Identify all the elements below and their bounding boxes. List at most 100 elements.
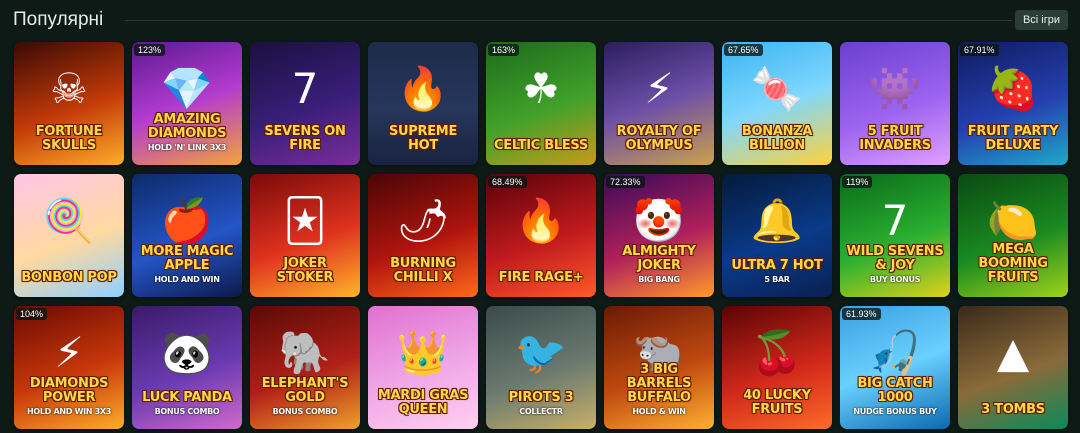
game-subtitle: CollectR xyxy=(519,407,563,416)
game-subtitle: HOLD 'N' LINK 3X3 xyxy=(147,143,227,152)
game-title-text: Luck Panda xyxy=(142,390,232,405)
game-tile[interactable]: 🍋 Mega Booming Fruits xyxy=(958,174,1068,297)
game-title: Ultra 7 Hot 5 BAR xyxy=(726,259,828,285)
strawberry-icon: 🍓 xyxy=(986,63,1040,113)
game-tile[interactable]: 🍓 Fruit Party Deluxe 67.91% xyxy=(958,42,1068,165)
game-title-text: 3 Big Barrels Buffalo xyxy=(626,362,692,405)
lightning-icon: ⚡ xyxy=(54,327,84,377)
header-divider xyxy=(125,20,1012,21)
game-title-text: 40 Lucky Fruits xyxy=(743,388,811,417)
game-subtitle: HOLD & WIN xyxy=(632,407,686,416)
game-title-text: More Magic Apple xyxy=(140,244,234,273)
game-tile[interactable]: 🤡 Almighty Joker BIG BANG 72.33% xyxy=(604,174,714,297)
game-title: Supreme Hot xyxy=(372,125,474,153)
game-tile[interactable]: 🎣 Big Catch 1000 NUDGE BONUS BUY 61.93% xyxy=(840,306,950,429)
fisherman-icon: 🎣 xyxy=(868,327,922,377)
game-tile[interactable]: 🍎 More Magic Apple HOLD AND WIN xyxy=(132,174,242,297)
game-title: Celtic Bless xyxy=(490,139,592,153)
game-title: Burning Chilli X xyxy=(372,257,474,285)
seven-icon: 7 xyxy=(881,195,909,245)
flame-icon: 🔥 xyxy=(396,63,450,113)
games-grid: ☠ Fortune Skulls 💎 Amazing Diamonds HOLD 'N'… xyxy=(14,42,1068,429)
zeus-icon: ⚡ xyxy=(644,63,674,113)
game-title-text: Wild Sevens & Joy xyxy=(846,244,944,273)
game-tile[interactable]: 🍒 40 Lucky Fruits xyxy=(722,306,832,429)
game-title: Pirots 3 CollectR xyxy=(490,391,592,417)
jester-icon: 🤡 xyxy=(632,195,686,245)
game-title: Bonanza Billion xyxy=(726,125,828,153)
rtp-badge: 123% xyxy=(134,44,166,56)
game-title: Almighty Joker BIG BANG xyxy=(608,245,710,285)
game-title-text: Elephant's Gold xyxy=(261,376,349,405)
game-title-text: Mardi Gras Queen xyxy=(377,388,469,417)
game-tile[interactable]: 🐼 Luck Panda BONUS COMBO xyxy=(132,306,242,429)
skull-icon: ☠ xyxy=(50,63,88,113)
game-title: 3 Big Barrels Buffalo HOLD & WIN xyxy=(608,363,710,417)
game-title: Big Catch 1000 NUDGE BONUS BUY xyxy=(844,377,946,417)
game-title: Mega Booming Fruits xyxy=(962,243,1064,285)
panda-icon: 🐼 xyxy=(160,327,214,377)
game-tile[interactable]: ⚡ Diamonds Power HOLD AND WIN 3X3 104% xyxy=(14,306,124,429)
game-subtitle: BONUS COMBO xyxy=(154,407,220,416)
game-tile[interactable]: 🔔 Ultra 7 Hot 5 BAR xyxy=(722,174,832,297)
game-title: 3 Tombs xyxy=(962,403,1064,417)
game-tile[interactable]: ☠ Fortune Skulls xyxy=(14,42,124,165)
game-tile[interactable]: ▲ 3 Tombs xyxy=(958,306,1068,429)
all-games-button[interactable]: Всі ігри xyxy=(1014,10,1068,30)
game-tile[interactable]: 7 Wild Sevens & Joy BUY BONUS 119% xyxy=(840,174,950,297)
game-tile[interactable]: ⚡ Royalty of Olympus xyxy=(604,42,714,165)
game-title: Amazing Diamonds HOLD 'N' LINK 3X3 xyxy=(136,113,238,153)
game-title: Fruit Party Deluxe xyxy=(962,125,1064,153)
game-subtitle: 5 BAR xyxy=(764,275,790,284)
game-tile[interactable]: 🍬 Bonanza Billion 67.65% xyxy=(722,42,832,165)
game-title: Fortune Skulls xyxy=(18,125,120,153)
game-title-text: Celtic Bless xyxy=(494,138,588,153)
game-title-text: Fire Rage+ xyxy=(498,270,584,285)
fire-icon: 🔥 xyxy=(514,195,568,245)
game-title-text: Fortune Skulls xyxy=(35,124,103,153)
game-tile[interactable]: 🐘 Elephant's Gold BONUS COMBO xyxy=(250,306,360,429)
bell-icon: 🔔 xyxy=(750,195,804,245)
fruit-icon: 🍋 xyxy=(986,195,1040,245)
game-title-text: Burning Chilli X xyxy=(390,256,456,285)
game-title: Fire Rage+ xyxy=(490,271,592,285)
game-title-text: Fruit Party Deluxe xyxy=(967,124,1059,153)
game-title: Royalty of Olympus xyxy=(608,125,710,153)
game-title-text: Mega Booming Fruits xyxy=(978,242,1048,285)
crown-icon: 👑 xyxy=(396,327,450,377)
game-tile[interactable]: 🍭 Bonbon Pop xyxy=(14,174,124,297)
game-tile[interactable]: 🔥 Fire Rage+ 68.49% xyxy=(486,174,596,297)
game-title: Diamonds Power HOLD AND WIN 3X3 xyxy=(18,377,120,417)
game-tile[interactable]: ☘ Celtic Bless 163% xyxy=(486,42,596,165)
bird-icon: 🐦 xyxy=(514,327,568,377)
game-tile[interactable]: 🐃 3 Big Barrels Buffalo HOLD & WIN xyxy=(604,306,714,429)
game-subtitle: BIG BANG xyxy=(638,275,680,284)
game-subtitle: NUDGE BONUS BUY xyxy=(853,407,937,416)
game-tile[interactable]: 💎 Amazing Diamonds HOLD 'N' LINK 3X3 123% xyxy=(132,42,242,165)
game-title-text: Diamonds Power xyxy=(29,376,109,405)
alien-icon: 👾 xyxy=(868,63,922,113)
game-title: Mardi Gras Queen xyxy=(372,389,474,417)
game-tile[interactable]: 👑 Mardi Gras Queen xyxy=(368,306,478,429)
rtp-badge: 68.49% xyxy=(488,176,527,188)
game-title: 40 Lucky Fruits xyxy=(726,389,828,417)
game-title: Joker Stoker xyxy=(254,257,356,285)
lollipop-icon: 🍭 xyxy=(42,195,96,245)
game-subtitle: BUY BONUS xyxy=(869,275,921,284)
game-tile[interactable]: 👾 5 Fruit Invaders xyxy=(840,42,950,165)
rtp-badge: 104% xyxy=(16,308,48,320)
game-tile[interactable]: 🌶 Burning Chilli X xyxy=(368,174,478,297)
game-subtitle: BONUS COMBO xyxy=(272,407,338,416)
candy-icon: 🍬 xyxy=(750,63,804,113)
elephant-icon: 🐘 xyxy=(278,327,332,377)
game-tile[interactable]: 7 Sevens on Fire xyxy=(250,42,360,165)
game-tile[interactable]: 🃏 Joker Stoker xyxy=(250,174,360,297)
game-tile[interactable]: 🐦 Pirots 3 CollectR xyxy=(486,306,596,429)
leprechaun-icon: ☘ xyxy=(522,63,560,113)
section-header: Популярні Всі ігри xyxy=(13,8,1068,32)
rtp-badge: 119% xyxy=(842,176,873,188)
game-subtitle: HOLD AND WIN 3X3 xyxy=(26,407,112,416)
game-title-text: Bonanza Billion xyxy=(741,124,813,153)
game-tile[interactable]: 🔥 Supreme Hot xyxy=(368,42,478,165)
cherry-icon: 🍒 xyxy=(750,327,804,377)
